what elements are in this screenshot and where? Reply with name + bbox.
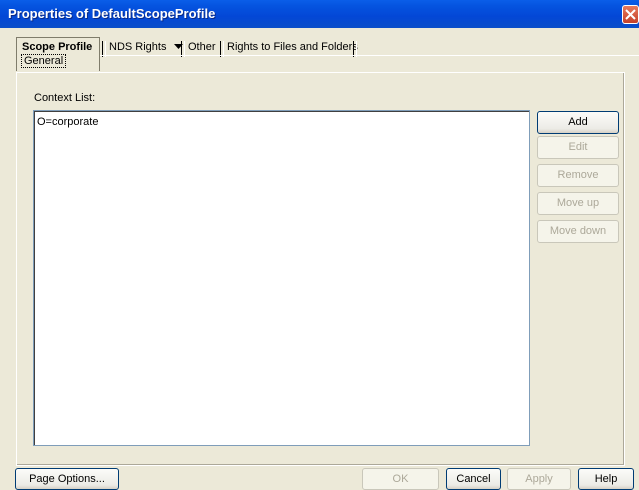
tab-other-label: Other (188, 41, 216, 53)
apply-button[interactable]: Apply (507, 468, 571, 490)
help-button[interactable]: Help (578, 468, 634, 490)
tab-general-subtab[interactable]: General (21, 54, 67, 68)
properties-dialog: Properties of DefaultScopeProfile Scope … (0, 0, 639, 490)
close-icon (625, 9, 636, 20)
context-list-label-text: Context List: (34, 92, 96, 104)
add-button[interactable]: Add (537, 111, 619, 134)
tab-nds-rights-label: NDS Rights (109, 41, 167, 53)
tab-strip-line (100, 55, 639, 56)
close-button[interactable] (622, 5, 639, 24)
title-bar[interactable]: Properties of DefaultScopeProfile (0, 0, 639, 28)
edit-button[interactable]: Edit (537, 136, 619, 159)
remove-button[interactable]: Remove (537, 164, 619, 187)
list-item[interactable]: O=corporate (37, 116, 98, 128)
move-down-button[interactable]: Move down (537, 220, 619, 243)
page-options-button[interactable]: Page Options... (15, 468, 119, 490)
tab-scope-profile-label: Scope Profile (22, 41, 93, 53)
context-list-label: Context List: (34, 92, 95, 104)
window-title: Properties of DefaultScopeProfile (8, 6, 216, 21)
context-list[interactable]: O=corporate (33, 110, 530, 446)
tab-rights-label: Rights to Files and Folders (227, 41, 358, 53)
move-up-button[interactable]: Move up (537, 192, 619, 215)
ok-button[interactable]: OK (362, 468, 439, 490)
cancel-button[interactable]: Cancel (446, 468, 501, 490)
tab-scope-profile[interactable]: Scope Profile General (16, 37, 100, 71)
